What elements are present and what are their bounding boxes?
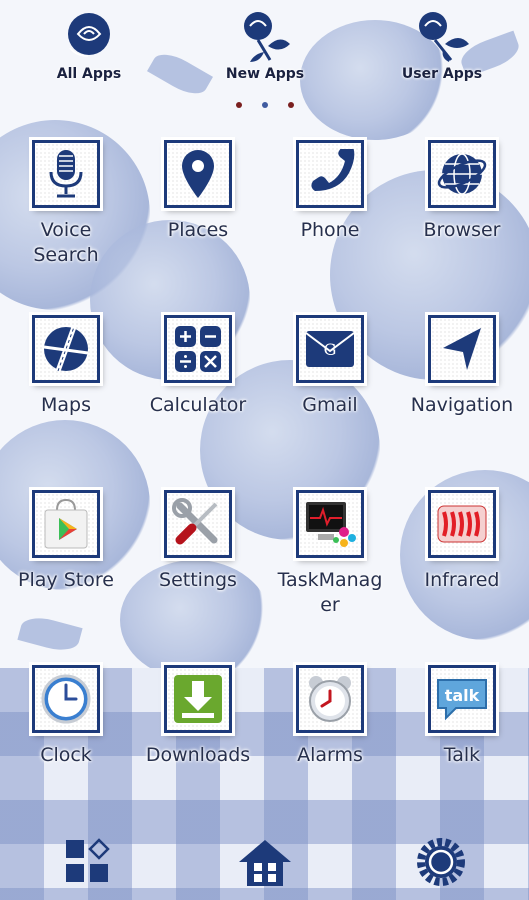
page-dot bbox=[236, 102, 242, 108]
app-tile bbox=[164, 315, 232, 383]
tab-new-apps[interactable]: New Apps bbox=[205, 10, 325, 82]
svg-text:G: G bbox=[324, 340, 337, 359]
svg-text:talk: talk bbox=[445, 686, 480, 705]
app-tile bbox=[428, 490, 496, 558]
talk-bubble-icon: talk bbox=[437, 679, 487, 721]
app-calculator[interactable]: Calculator bbox=[132, 315, 264, 418]
app-tile bbox=[32, 140, 100, 208]
shopping-bag-icon bbox=[44, 498, 88, 549]
alarm-clock-icon bbox=[309, 676, 351, 722]
page-indicator bbox=[230, 100, 300, 110]
tools-icon bbox=[172, 498, 218, 545]
app-alarms[interactable]: Alarms bbox=[264, 665, 396, 768]
app-tile bbox=[296, 490, 364, 558]
app-label: Talk bbox=[443, 744, 481, 766]
app-drawer-icon bbox=[66, 838, 110, 882]
app-taskmanager[interactable]: TaskManag er bbox=[264, 490, 396, 618]
rose-icon bbox=[419, 12, 469, 62]
app-voice-search[interactable]: Voice Search bbox=[0, 140, 132, 268]
app-downloads[interactable]: Downloads bbox=[132, 665, 264, 768]
app-label: Settings bbox=[159, 569, 237, 591]
app-label: Voice Search bbox=[33, 219, 99, 266]
map-pin-icon bbox=[182, 150, 214, 198]
app-settings[interactable]: Settings bbox=[132, 490, 264, 593]
settings-button[interactable] bbox=[411, 832, 471, 892]
app-tile bbox=[164, 665, 232, 733]
app-tile bbox=[164, 490, 232, 558]
app-label: Phone bbox=[300, 219, 360, 241]
download-icon bbox=[174, 675, 222, 723]
app-label: Places bbox=[167, 219, 229, 241]
app-talk[interactable]: talk Talk bbox=[396, 665, 528, 768]
app-label: Clock bbox=[40, 744, 92, 766]
settings-gear-icon bbox=[417, 838, 465, 886]
app-tile bbox=[296, 665, 364, 733]
home-button[interactable] bbox=[235, 832, 295, 892]
app-tile bbox=[428, 140, 496, 208]
app-drawer-button[interactable] bbox=[58, 832, 118, 892]
page-dot bbox=[262, 102, 268, 108]
phone-handset-icon bbox=[311, 149, 355, 191]
app-phone[interactable]: Phone bbox=[264, 140, 396, 243]
app-tile: G bbox=[296, 315, 364, 383]
app-tile bbox=[32, 490, 100, 558]
app-label: Alarms bbox=[297, 744, 363, 766]
app-label: TaskManag er bbox=[277, 569, 383, 616]
tab-all-apps[interactable]: All Apps bbox=[29, 10, 149, 82]
app-label: Calculator bbox=[149, 394, 247, 416]
app-gmail[interactable]: G Gmail bbox=[264, 315, 396, 418]
background-leaf bbox=[147, 46, 213, 102]
globe-icon bbox=[437, 153, 487, 195]
app-label: Maps bbox=[41, 394, 91, 416]
monitor-icon bbox=[306, 502, 356, 547]
app-label: Navigation bbox=[410, 394, 514, 416]
home-screen: All Apps New Apps User Apps Voice Search… bbox=[0, 0, 529, 900]
app-label: Play Store bbox=[18, 569, 114, 591]
navigation-arrow-icon bbox=[443, 328, 481, 370]
envelope-icon: G bbox=[305, 331, 355, 367]
app-label: Infrared bbox=[424, 569, 500, 591]
app-tile bbox=[164, 140, 232, 208]
app-navigation[interactable]: Navigation bbox=[396, 315, 528, 418]
app-tile bbox=[32, 665, 100, 733]
app-tile: talk bbox=[428, 665, 496, 733]
home-icon bbox=[239, 840, 291, 886]
page-dot bbox=[288, 102, 294, 108]
app-label: Gmail bbox=[302, 394, 358, 416]
app-label: Downloads bbox=[145, 744, 251, 766]
rose-icon bbox=[244, 12, 290, 62]
calculator-icon bbox=[175, 326, 221, 372]
app-browser[interactable]: Browser bbox=[396, 140, 528, 243]
rose-icon bbox=[68, 13, 110, 57]
tab-label: User Apps bbox=[401, 66, 483, 82]
app-tile bbox=[428, 315, 496, 383]
app-label: Browser bbox=[423, 219, 501, 241]
app-tile bbox=[32, 315, 100, 383]
app-maps[interactable]: Maps bbox=[0, 315, 132, 418]
app-places[interactable]: Places bbox=[132, 140, 264, 243]
infrared-icon bbox=[437, 505, 487, 543]
tab-user-apps[interactable]: User Apps bbox=[382, 10, 502, 82]
clock-icon bbox=[41, 674, 91, 724]
tab-label: New Apps bbox=[225, 66, 305, 82]
app-play-store[interactable]: Play Store bbox=[0, 490, 132, 593]
app-infrared[interactable]: Infrared bbox=[396, 490, 528, 593]
microphone-icon bbox=[49, 150, 83, 198]
map-icon bbox=[43, 326, 89, 372]
tab-label: All Apps bbox=[56, 66, 122, 82]
app-clock[interactable]: Clock bbox=[0, 665, 132, 768]
app-tile bbox=[296, 140, 364, 208]
background-leaf bbox=[17, 612, 83, 656]
